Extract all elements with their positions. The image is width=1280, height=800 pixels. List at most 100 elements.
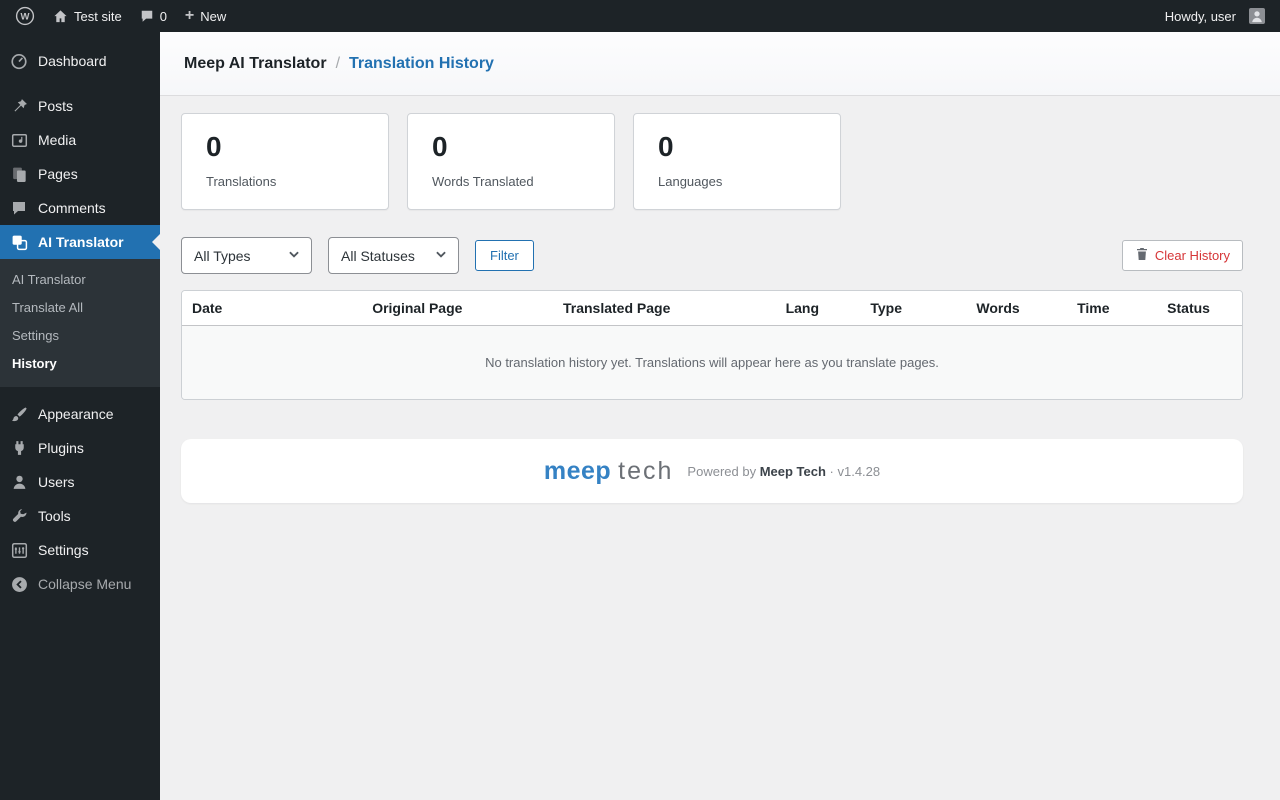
sidebar-item-label: Comments	[38, 200, 106, 216]
sidebar-item-media[interactable]: Media	[0, 123, 160, 157]
powered-by-label: Powered by	[687, 463, 757, 479]
sidebar-item-label: Posts	[38, 98, 74, 114]
sidebar-item-label: Collapse Menu	[38, 576, 132, 592]
version-label: · v1.4.28	[829, 463, 881, 479]
howdy-label: Howdy, user	[1164, 8, 1236, 24]
sidebar-item-label: Users	[38, 474, 75, 490]
sidebar-item-pages[interactable]: Pages	[0, 157, 160, 191]
site-name-label: Test site	[74, 8, 122, 24]
users-icon	[10, 473, 28, 491]
site-name-link[interactable]: Test site	[44, 0, 131, 32]
footer-branding-card: meep tech Powered by Meep Tech · v1.4.28	[181, 439, 1243, 504]
sidebar-item-plugins[interactable]: Plugins	[0, 431, 160, 465]
sidebar-item-comments[interactable]: Comments	[0, 191, 160, 225]
posts-pin-icon	[10, 97, 28, 115]
clear-history-button[interactable]: Clear History	[1121, 240, 1243, 272]
sidebar-item-users[interactable]: Users	[0, 465, 160, 499]
stat-value: 0	[432, 131, 448, 162]
type-filter-select[interactable]: All Types	[181, 237, 312, 275]
type-filter-value: All Types	[194, 247, 251, 264]
column-header-date: Date	[182, 291, 363, 327]
stat-value: 0	[206, 131, 222, 162]
avatar	[1249, 8, 1265, 24]
stat-label: Words Translated	[432, 174, 534, 190]
stat-card-translations: 0 Translations	[181, 113, 389, 211]
breadcrumb-separator: /	[335, 54, 341, 72]
admin-bar: W Test site 0 + New Howdy, user	[0, 0, 1280, 32]
dashboard-icon	[10, 52, 28, 70]
sidebar-item-label: Appearance	[38, 406, 114, 422]
breadcrumb-current[interactable]: Translation History	[349, 55, 494, 73]
sidebar-item-posts[interactable]: Posts	[0, 89, 160, 123]
comments-bubble-icon	[140, 9, 154, 23]
column-header-words: Words	[966, 291, 1068, 327]
sidebar-item-settings[interactable]: Settings	[0, 533, 160, 567]
column-header-lang: Lang	[775, 291, 861, 327]
sidebar-item-label: Pages	[38, 166, 78, 182]
ai-translator-submenu: AI Translator Translate All Settings His…	[0, 259, 160, 387]
page-title: Meep AI Translator	[184, 54, 327, 72]
stat-label: Languages	[658, 174, 723, 190]
wordpress-logo-menu[interactable]: W	[6, 0, 44, 32]
submenu-item-translate-all[interactable]: Translate All	[0, 294, 160, 322]
admin-sidebar: Dashboard Posts Media Pages Comments AI …	[0, 32, 160, 800]
wordpress-logo-icon: W	[15, 6, 35, 26]
sidebar-item-tools[interactable]: Tools	[0, 499, 160, 533]
media-icon	[10, 131, 28, 149]
sidebar-item-label: Media	[38, 132, 77, 148]
status-filter-value: All Statuses	[341, 247, 415, 264]
column-header-status: Status	[1157, 291, 1242, 327]
new-content-menu[interactable]: + New	[176, 0, 235, 32]
sidebar-item-label: Dashboard	[38, 53, 107, 69]
filter-button[interactable]: Filter	[475, 240, 534, 272]
collapse-arrow-icon	[10, 575, 28, 593]
meep-logo-text: meep	[543, 456, 612, 485]
comments-count: 0	[159, 8, 167, 24]
comments-admin-link[interactable]: 0	[131, 0, 176, 32]
settings-icon	[10, 541, 28, 559]
submenu-item-settings[interactable]: Settings	[0, 322, 160, 350]
new-label: New	[200, 8, 227, 24]
submenu-item-history[interactable]: History	[0, 350, 160, 378]
pages-icon	[10, 165, 28, 183]
home-icon	[53, 9, 68, 24]
chevron-down-icon	[434, 247, 448, 264]
column-header-translated-page: Translated Page	[552, 291, 776, 327]
comments-icon	[10, 199, 28, 217]
trash-icon	[1135, 247, 1149, 264]
sidebar-item-label: Tools	[38, 508, 71, 524]
translator-icon	[10, 233, 28, 251]
sidebar-item-ai-translator[interactable]: AI Translator	[0, 225, 160, 259]
stat-card-languages: 0 Languages	[633, 113, 841, 211]
sidebar-item-collapse-menu[interactable]: Collapse Menu	[0, 567, 160, 601]
empty-state-message: No translation history yet. Translations…	[182, 325, 1242, 400]
stat-card-words-translated: 0 Words Translated	[407, 113, 615, 211]
page-header: Meep AI Translator / Translation History	[160, 32, 1280, 96]
powered-by-line: Powered by Meep Tech · v1.4.28	[687, 464, 880, 479]
sidebar-item-label: Plugins	[38, 440, 84, 456]
sidebar-item-label: Settings	[38, 542, 89, 558]
account-menu[interactable]: Howdy, user	[1156, 0, 1274, 32]
empty-state-row: No translation history yet. Translations…	[182, 325, 1242, 400]
brand-name: Meep Tech	[759, 463, 826, 479]
filter-row: All Types All Statuses Filter Clear Hist…	[181, 237, 1243, 275]
appearance-icon	[10, 405, 28, 423]
tech-logo-text: tech	[618, 456, 674, 485]
submenu-item-ai-translator[interactable]: AI Translator	[0, 266, 160, 294]
column-header-time: Time	[1067, 291, 1158, 327]
sidebar-item-label: AI Translator	[38, 234, 124, 250]
sidebar-item-dashboard[interactable]: Dashboard	[0, 44, 160, 78]
column-header-original-page: Original Page	[362, 291, 553, 327]
plus-icon: +	[184, 7, 195, 24]
status-filter-select[interactable]: All Statuses	[328, 237, 459, 275]
stat-value: 0	[658, 131, 674, 162]
stats-row: 0 Translations 0 Words Translated 0 Lang…	[181, 113, 1243, 211]
svg-text:W: W	[21, 11, 30, 22]
column-header-type: Type	[860, 291, 967, 327]
table-header-row: Date Original Page Translated Page Lang …	[182, 291, 1242, 327]
plugins-icon	[10, 439, 28, 457]
sidebar-item-appearance[interactable]: Appearance	[0, 397, 160, 431]
stat-label: Translations	[206, 174, 277, 190]
chevron-down-icon	[287, 247, 301, 264]
clear-history-label: Clear History	[1154, 248, 1230, 264]
